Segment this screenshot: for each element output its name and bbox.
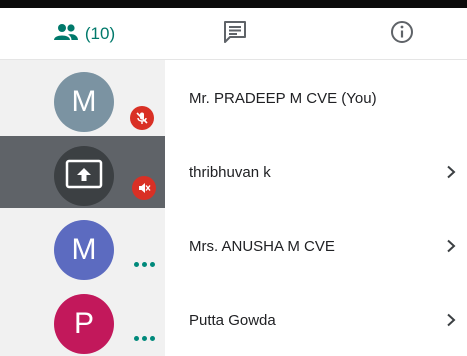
- chevron-right-icon[interactable]: [446, 136, 456, 208]
- participant-name: thribhuvan k: [189, 163, 271, 181]
- participant-tile: [0, 136, 165, 208]
- presenting-avatar: [54, 146, 114, 206]
- participant-count: (10): [84, 24, 116, 43]
- speaking-dots-icon: [134, 262, 155, 267]
- avatar: M: [54, 220, 114, 280]
- participant-row[interactable]: M Mrs. ANUSHA M CVE: [0, 210, 467, 282]
- people-icon: [53, 23, 79, 46]
- avatar: P: [54, 294, 114, 354]
- status-bar: [0, 0, 467, 8]
- participant-row[interactable]: P Putta Gowda: [0, 284, 467, 356]
- info-icon: [390, 20, 414, 49]
- participant-name: Mr. PRADEEP M CVE (You): [189, 89, 377, 107]
- chat-icon: [222, 20, 248, 49]
- chevron-right-icon[interactable]: [446, 210, 456, 282]
- participant-row[interactable]: thribhuvan k: [0, 136, 467, 208]
- participant-tile: P: [0, 284, 165, 356]
- tab-chat[interactable]: [200, 8, 270, 60]
- present-screen-icon: [65, 159, 103, 194]
- chevron-right-icon[interactable]: [446, 284, 456, 356]
- tab-people[interactable]: (10): [32, 8, 136, 60]
- speaker-off-icon: [132, 176, 156, 200]
- participant-tile: M: [0, 62, 165, 134]
- participant-name: Mrs. ANUSHA M CVE: [189, 237, 335, 255]
- participant-name: Putta Gowda: [189, 311, 276, 329]
- tab-info[interactable]: [372, 8, 432, 60]
- tab-bar: (10): [0, 8, 467, 66]
- speaking-dots-icon: [134, 336, 155, 341]
- participant-row[interactable]: M Mr. PRADEEP M CVE (You): [0, 62, 467, 134]
- mic-off-icon: [130, 106, 154, 130]
- participant-tile: M: [0, 210, 165, 282]
- avatar: M: [54, 72, 114, 132]
